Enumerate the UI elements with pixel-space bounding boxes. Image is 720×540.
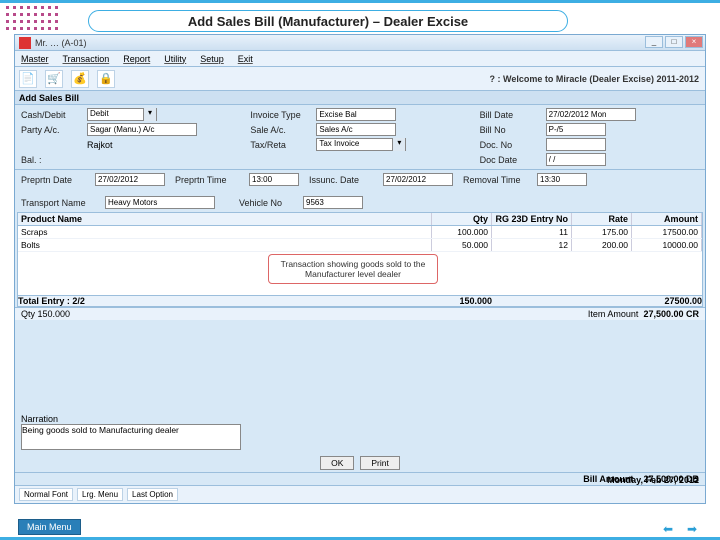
- col-amount: Amount: [632, 213, 702, 225]
- vehicle-label: Vehicle No: [239, 198, 299, 208]
- form-header: Cash/Debit Debit Invoice Type Bill Date P…: [15, 105, 705, 169]
- sale-ac-label: Sale A/c.: [250, 125, 312, 135]
- maximize-button[interactable]: □: [665, 36, 683, 48]
- next-arrow-icon[interactable]: ➡: [682, 523, 702, 537]
- close-button[interactable]: ×: [685, 36, 703, 48]
- party-label: Party A/c.: [21, 125, 83, 135]
- app-icon: [19, 37, 31, 49]
- doc-no-input[interactable]: [546, 138, 606, 151]
- item-amount: 27,500.00 CR: [643, 309, 699, 319]
- main-menu-button[interactable]: Main Menu: [18, 519, 81, 535]
- window-title: Mr. … (A-01): [35, 38, 87, 48]
- print-button[interactable]: Print: [360, 456, 399, 470]
- new-doc-icon[interactable]: 📄: [19, 70, 37, 88]
- invoice-type-input[interactable]: [316, 108, 396, 121]
- form-transport: Preprtn Date Preprtn Time Issunc. Date R…: [15, 170, 705, 212]
- mode-lrg-memo[interactable]: Lrg. Menu: [77, 488, 123, 501]
- narration-input[interactable]: Being goods sold to Manufacturing dealer: [21, 424, 241, 450]
- col-rate: Rate: [572, 213, 632, 225]
- sale-ac-input[interactable]: [316, 123, 396, 136]
- table-row[interactable]: Bolts 50.000 12 200.00 10000.00: [18, 239, 702, 252]
- decor-dots: [6, 6, 60, 32]
- status-date: Monday, Feb 27, 2012: [607, 475, 699, 485]
- menu-utility[interactable]: Utility: [164, 54, 186, 64]
- menu-setup[interactable]: Setup: [200, 54, 224, 64]
- menu-report[interactable]: Report: [123, 54, 150, 64]
- col-product: Product Name: [18, 213, 432, 225]
- product-grid: Product Name Qty RG 23D Entry No Rate Am…: [17, 212, 703, 307]
- bill-date-label: Bill Date: [480, 110, 542, 120]
- welcome-text: ? : Welcome to Miracle (Dealer Excise) 2…: [490, 74, 699, 84]
- narration-label: Narration: [21, 414, 699, 424]
- menu-bar: Master Transaction Report Utility Setup …: [15, 51, 705, 67]
- mode-normal-font[interactable]: Normal Font: [19, 488, 73, 501]
- prep-date-label: Preprtn Date: [21, 175, 91, 185]
- doc-no-label: Doc. No: [480, 140, 542, 150]
- mode-last-option[interactable]: Last Option: [127, 488, 178, 501]
- bag-icon[interactable]: 💰: [71, 70, 89, 88]
- col-rg: RG 23D Entry No: [492, 213, 572, 225]
- form-title: Add Sales Bill: [15, 91, 705, 105]
- col-qty: Qty: [432, 213, 492, 225]
- party-input[interactable]: [87, 123, 197, 136]
- doc-date-input[interactable]: [546, 153, 606, 166]
- issue-date-input[interactable]: [383, 173, 453, 186]
- callout-note: Transaction showing goods sold to the Ma…: [268, 254, 438, 284]
- menu-exit[interactable]: Exit: [238, 54, 253, 64]
- entry-qty: Qty 150.000: [21, 309, 70, 319]
- cart-icon[interactable]: 🛒: [45, 70, 63, 88]
- transport-label: Transport Name: [21, 198, 101, 208]
- total-qty: 150.000: [432, 296, 492, 306]
- prep-time-input[interactable]: [249, 173, 299, 186]
- ok-button[interactable]: OK: [320, 456, 354, 470]
- transport-input[interactable]: [105, 196, 215, 209]
- bill-no-label: Bill No: [480, 125, 542, 135]
- prep-date-input[interactable]: [95, 173, 165, 186]
- total-amount: 27500.00: [632, 296, 702, 306]
- slide-title: Add Sales Bill (Manufacturer) – Dealer E…: [88, 10, 568, 32]
- tax-label: Tax/Reta: [250, 140, 312, 150]
- item-amount-label: Item Amount: [588, 309, 639, 319]
- toolbar: 📄 🛒 💰 🔒 ? : Welcome to Miracle (Dealer E…: [15, 67, 705, 91]
- bill-date-input[interactable]: [546, 108, 636, 121]
- cash-debit-select[interactable]: Debit: [87, 108, 157, 121]
- app-window: Mr. … (A-01) _ □ × Master Transaction Re…: [14, 34, 706, 504]
- table-row[interactable]: Scraps 100.000 11 175.00 17500.00: [18, 226, 702, 239]
- menu-transaction[interactable]: Transaction: [63, 54, 110, 64]
- window-titlebar: Mr. … (A-01) _ □ ×: [15, 35, 705, 51]
- balance-label: Bal. :: [21, 155, 83, 165]
- minimize-button[interactable]: _: [645, 36, 663, 48]
- vehicle-input[interactable]: [303, 196, 363, 209]
- menu-master[interactable]: Master: [21, 54, 49, 64]
- removal-time-label: Removal Time: [463, 175, 533, 185]
- issue-date-label: Issunc. Date: [309, 175, 379, 185]
- doc-date-label: Doc Date: [480, 155, 542, 165]
- tax-select[interactable]: Tax Invoice: [316, 138, 406, 151]
- party-city: Rajkot: [87, 140, 113, 150]
- invoice-type-label: Invoice Type: [250, 110, 312, 120]
- cash-debit-label: Cash/Debit: [21, 110, 83, 120]
- removal-time-input[interactable]: [537, 173, 587, 186]
- bill-no-input[interactable]: [546, 123, 606, 136]
- total-entry-label: Total Entry : 2/2: [18, 296, 432, 306]
- prev-arrow-icon[interactable]: ⬅: [658, 523, 678, 537]
- lock-icon[interactable]: 🔒: [97, 70, 115, 88]
- prep-time-label: Preprtn Time: [175, 175, 245, 185]
